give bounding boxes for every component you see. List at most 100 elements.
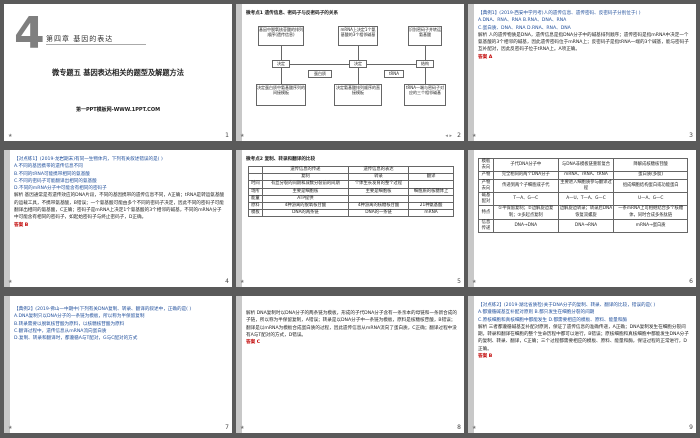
- slide-number: 6: [689, 278, 693, 285]
- table-cell: 完全相同的两个DNA分子: [492, 171, 559, 180]
- slide-number: 7: [225, 424, 229, 431]
- option-line: D.不同的mRNA分子中可能含有相同的密码子: [14, 186, 107, 192]
- table-row: 信息传递 DNA→DNA DNA→RNA mRNA→蛋白质: [478, 218, 688, 234]
- slide-thumbnail-2[interactable]: 微考点1 遗传信息、密码子与反密码子的关系 基因中脱氧核苷酸的排列顺序(遗传信息…: [236, 4, 464, 141]
- table-row: 能量 ATP提供: [248, 194, 454, 204]
- table-cell: 子代DNA分子中: [492, 157, 559, 173]
- slide-thumbnail-7[interactable]: 【典例2】(2019·佛山一中期中)下列有关DNA复制、转录、翻译的叙述中，正确…: [4, 296, 232, 433]
- slide-number: 2: [457, 132, 461, 139]
- diagram-box: tRNA一端与密码子对应的三个相邻碱基: [404, 84, 446, 106]
- explanation: 解析 人的遗传物质是DNA，遗传信息是指DNA分子中的碱基排列顺序；遗传密码是指…: [478, 32, 689, 53]
- option-line: D.复制、转录和翻译时，都遵循A与T配对，G与C配对的方式: [14, 336, 138, 342]
- left-bar: [4, 150, 10, 287]
- table-cell: 特点: [478, 205, 494, 220]
- table-cell: mRNA、rRNA、tRNA: [557, 171, 615, 180]
- table-cell: 场所: [248, 187, 263, 196]
- table-cell: 复制: [261, 173, 349, 182]
- table-cell: ①半保留复制；②边解旋边复制；③多起点复制: [492, 205, 559, 220]
- slide-number: 9: [689, 424, 693, 431]
- left-bar: [236, 4, 242, 141]
- table-cell: [248, 165, 263, 175]
- diagram-box: 决定氨基酸排列顺序的直接模板: [334, 84, 382, 106]
- option-line: C.原核细胞和真核细胞中都能发生 D.都需要相应的模板、原料、能量和酶: [478, 317, 627, 323]
- slide-thumbnail-8[interactable]: 解析 DNA复制时以DNA分子的两条链为模板，形成的子代DNA分子含有一条亲本的…: [236, 296, 464, 433]
- table-cell: DNA的一条链: [347, 209, 410, 218]
- slide-thumbnail-5[interactable]: 微考点2 复制、转录和翻译的比较 遗传信息的传递 遗传信息的表达 复制 转录 翻译 时间有…: [236, 150, 464, 287]
- table-cell: 主要是细胞核: [347, 187, 410, 196]
- table-cell: 碱基配对: [478, 192, 494, 207]
- table-cell: 降解成核糖核苷酸: [613, 157, 688, 173]
- table-cell: 传递到两个子细胞或子代: [492, 178, 559, 194]
- diagram-box: 结构: [416, 60, 434, 68]
- slide-title: 微专题五 基因表达相关的题型及解题方法: [52, 68, 184, 77]
- diagram-box: 决定: [349, 60, 367, 68]
- star-icon: ★: [8, 425, 14, 431]
- question-stem: 【对点练1】(2019·龙岩期末)有同一生物体内，下列有关叙述错误的是( ): [14, 157, 163, 162]
- table-cell: 遗传信息的传递: [261, 165, 349, 175]
- comparison-table: 模板去向 子代DNA分子中 与DNA非模板链重新复合 降解成核糖核苷酸 产物 完全相同的两…: [478, 157, 688, 234]
- star-icon: ★: [240, 425, 246, 431]
- comparison-table: 遗传信息的传递 遗传信息的表达 复制 转录 翻译 时间 有丝分裂的间期和减数分裂前的间期 个体…: [248, 165, 454, 218]
- table-row: 模板 DNA的两条链 DNA的一条链 mRNA: [248, 209, 454, 218]
- option-line: C.不同的密码子可能翻译出相同的氨基酸: [14, 178, 97, 184]
- table-cell: 翻译: [408, 173, 454, 182]
- table-cell: DNA→DNA: [492, 218, 559, 234]
- left-bar: [236, 296, 242, 433]
- table-cell: mRNA: [408, 209, 454, 218]
- table-cell: 边解旋边转录；转录后DNA恢复双螺旋: [557, 205, 615, 220]
- table-row: 碱基配对 T—A、G—C A—U、T—A、G—C U—A、G—C: [478, 192, 688, 207]
- table-cell: T—A、G—C: [492, 192, 559, 207]
- table-row: 原料 4种游离的脱氧核苷酸 4种游离的核糖核苷酸 21种氨基酸: [248, 202, 454, 211]
- chapter-title: 第四章 基因的表达: [46, 35, 114, 43]
- table-cell: 模板: [248, 209, 263, 218]
- slide-thumbnail-1[interactable]: 4 第四章 基因的表达 微专题五 基因表达相关的题型及解题方法 第一PPT模板网…: [4, 4, 232, 141]
- table-row: 产物 完全相同的两个DNA分子 mRNA、rRNA、tRNA 蛋白质(多肽): [478, 171, 688, 180]
- table-cell: 原料: [248, 202, 263, 211]
- slide-thumbnail-4[interactable]: 【对点练1】(2019·龙岩期末)有同一生物体内，下列有关叙述错误的是( ) A…: [4, 150, 232, 287]
- question-stem: 【对点练2】(2019·湖北省质检)关于DNA分子的复制、转录、翻译的比较，错误…: [478, 303, 656, 308]
- table-cell: 遗传信息的表达: [347, 165, 410, 175]
- star-icon: ★: [8, 279, 14, 285]
- slide-sorter-grid: 4 第四章 基因的表达 微专题五 基因表达相关的题型及解题方法 第一PPT模板网…: [0, 0, 700, 438]
- answer: 答案 B: [478, 354, 493, 360]
- table-row: 产物去向 传递到两个子细胞或子代 主要进入细胞质参与翻译过程 组成细胞结构蛋白或功能蛋…: [478, 178, 688, 194]
- question-stem: 【典例1】(2019·西安中学月考)人的遗传信息、遗传密码、反密码子分别位于( …: [478, 11, 641, 16]
- slide-number: 4: [225, 278, 229, 285]
- table-row: 场所 主要是细胞核 主要是细胞核 细胞质的核糖体上: [248, 187, 454, 196]
- option-line: B.转录需要以脱氧核苷酸为原料，以核糖核苷酸为原料: [14, 321, 125, 327]
- diagram-box: 识别密码子并转运氨基酸: [408, 26, 442, 46]
- table-cell: 组成细胞结构蛋白或功能蛋白: [613, 178, 688, 194]
- slide-thumbnail-6[interactable]: 模板去向 子代DNA分子中 与DNA非模板链重新复合 降解成核糖核苷酸 产物 完全相同的两…: [468, 150, 696, 287]
- table-cell: 与DNA非模板链重新复合: [557, 157, 615, 173]
- option-line: A.DNA复制只以DNA分子的一条链为模板，所以称为半保留复制: [14, 314, 145, 320]
- table-cell: 有丝分裂的间期和减数分裂前的间期: [261, 180, 349, 189]
- slide-number: 1: [225, 132, 229, 139]
- option-line: C.蛋白质、DNA、RNA D.RNA、RNA、DNA: [478, 25, 571, 31]
- left-bar: [4, 296, 10, 433]
- nav-arrows-icon: ◂ ▸: [445, 133, 452, 139]
- table-cell: 主要是细胞核: [261, 187, 349, 196]
- left-bar: [236, 150, 242, 287]
- diagram-box: 决定: [272, 60, 290, 68]
- slide-heading: 微考点2 复制、转录和翻译的比较: [246, 157, 316, 162]
- table-cell: 能量: [248, 194, 263, 204]
- explanation: 解析 三者都遵循碱基互补配对原则，保证了遗传信息的准确传递，A正确；DNA复制发…: [478, 324, 689, 352]
- table-cell: 模板去向: [478, 157, 494, 173]
- option-line: A.都遵循碱基互补配对原则 B.都只发生在细胞分裂的间期: [478, 310, 595, 316]
- slide-thumbnail-9[interactable]: 【对点练2】(2019·湖北省质检)关于DNA分子的复制、转录、翻译的比较，错误…: [468, 296, 696, 433]
- diagram-box: 决定蛋白质中氨基酸序列的间接模板: [256, 84, 306, 106]
- slide-thumbnail-3[interactable]: 【典例1】(2019·西安中学月考)人的遗传信息、遗传密码、反密码子分别位于( …: [468, 4, 696, 141]
- answer: 答案 B: [14, 222, 29, 228]
- answer: 答案 C: [246, 340, 261, 346]
- slide-number: 5: [457, 278, 461, 285]
- star-icon: ★: [240, 133, 246, 139]
- left-bar: [468, 4, 474, 141]
- table-cell: ATP提供: [261, 194, 349, 204]
- table-cell: 时间: [248, 180, 263, 189]
- site-text: 第一PPT模板网-WWW.1PPT.COM: [75, 107, 161, 113]
- diagram-box: 蛋白质: [308, 70, 332, 78]
- question-stem: 【典例2】(2019·佛山一中期中)下列有关DNA复制、转录、翻译的叙述中，正确…: [14, 307, 192, 312]
- table-cell: [408, 180, 454, 189]
- table-cell: 4种游离的核糖核苷酸: [347, 202, 410, 211]
- chapter-number: 4: [14, 8, 45, 59]
